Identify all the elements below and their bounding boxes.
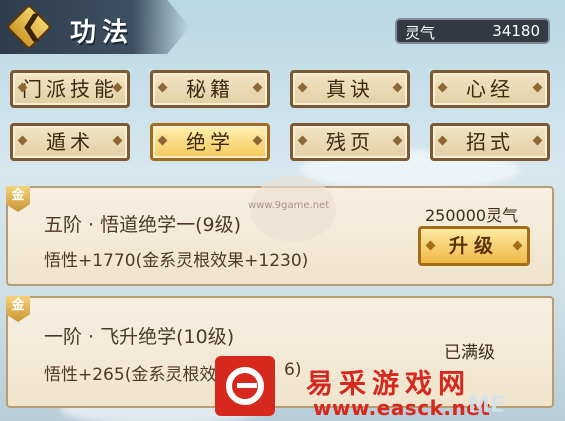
tab-heart-sutras[interactable]: 心经 <box>430 70 550 108</box>
tab-sect-skills[interactable]: 门派技能 <box>10 70 130 108</box>
currency-value: 34180 <box>492 22 540 40</box>
skill-effect: 悟性+265(金系灵根效 <box>44 365 217 385</box>
watermark-logo-icon <box>215 356 275 416</box>
watermark-stamp-text: www.9game.net <box>248 200 330 211</box>
tab-fragments[interactable]: 残页 <box>290 123 410 161</box>
tab-moves[interactable]: 招式 <box>430 123 550 161</box>
currency-label: 灵气 <box>405 24 436 42</box>
max-level-status: 已满级 <box>444 343 495 363</box>
skill-card: 金 一阶 · 飞升绝学(10级) 悟性+265(金系灵根效 6) 已满级 <box>6 296 554 408</box>
currency-display: 灵气 34180 <box>395 18 550 44</box>
element-badge: 金 <box>6 186 30 212</box>
upgrade-cost: 250000灵气 <box>425 206 519 225</box>
tab-escape-arts[interactable]: 遁术 <box>10 123 130 161</box>
tab-secret-manuals[interactable]: 秘籍 <box>150 70 270 108</box>
skill-effect: 悟性+1770(金系灵根效果+1230) <box>44 251 309 271</box>
watermark-ghost-text: ME <box>468 393 505 418</box>
skill-name: 一阶 · 飞升绝学(10级) <box>44 326 235 348</box>
tab-true-arts[interactable]: 真诀 <box>290 70 410 108</box>
page-title: 功法 <box>70 18 135 48</box>
chevron-left-icon[interactable]: ❮ <box>17 11 47 41</box>
element-badge: 金 <box>6 296 30 322</box>
watermark-url: www.easck.net <box>313 396 491 420</box>
tab-ultimate-skills[interactable]: 绝学 <box>150 123 270 161</box>
upgrade-button[interactable]: 升级 <box>418 226 530 266</box>
skill-effect-tail: 6) <box>284 360 302 380</box>
skill-name: 五阶 · 悟道绝学一(9级) <box>44 214 242 236</box>
